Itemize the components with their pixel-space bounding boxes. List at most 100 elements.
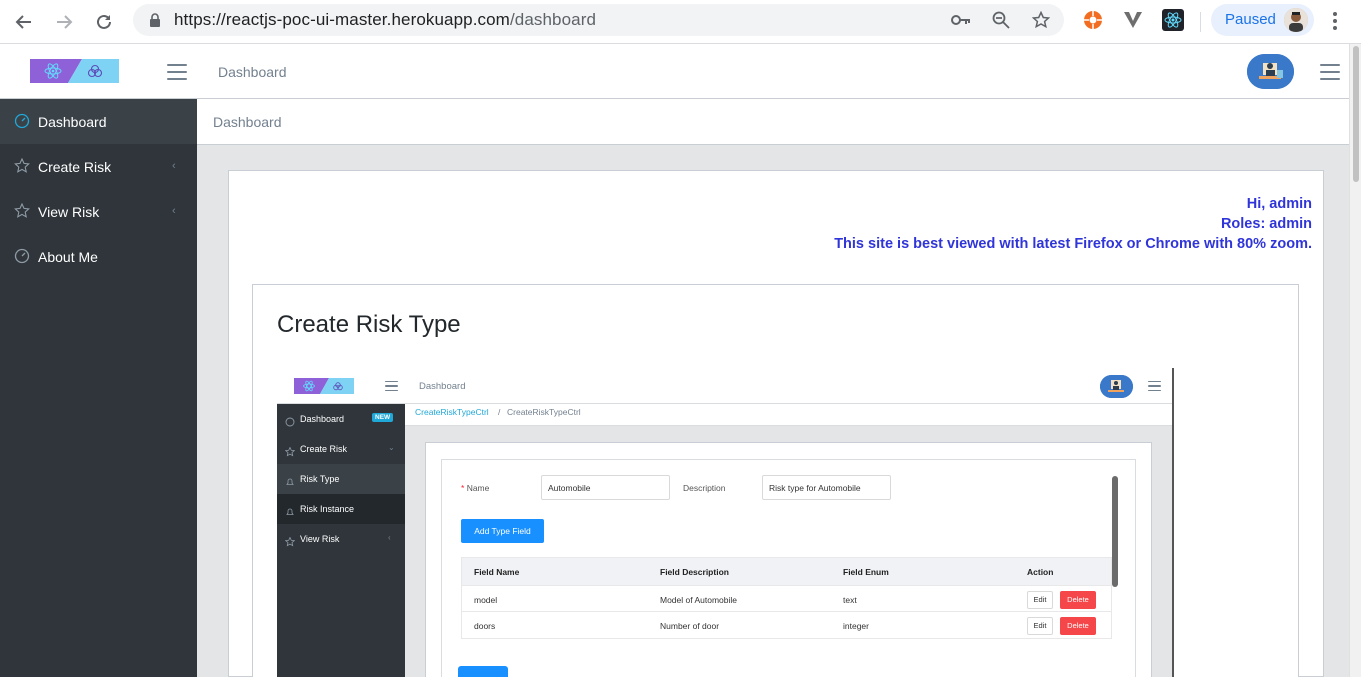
cell-field-description: Model of Automobile <box>660 595 738 605</box>
chevron-left-icon: ‹ <box>172 205 176 217</box>
sidebar-item-label: Dashboard <box>38 114 107 130</box>
user-avatar[interactable] <box>1247 54 1294 89</box>
cell-field-description: Number of door <box>660 621 720 631</box>
greeting-roles: Roles: admin <box>1220 216 1312 232</box>
browser-menu-icon[interactable] <box>1328 10 1342 32</box>
screenshot-aside-icon <box>1148 381 1161 391</box>
app-logo[interactable] <box>30 59 119 83</box>
screenshot-breadcrumb-link: CreateRiskTypeCtrl <box>415 407 489 417</box>
screenshot-name-input: Automobile <box>541 475 670 500</box>
speedometer-icon <box>14 248 30 264</box>
react-devtools-icon[interactable] <box>1162 9 1184 31</box>
screenshot-edit-button: Edit <box>1027 591 1053 609</box>
screenshot-name-label: * Name <box>461 483 490 493</box>
greeting-hi: Hi, admin <box>1246 196 1312 212</box>
greeting-browser-note: This site is best viewed with latest Fir… <box>834 236 1312 252</box>
screenshot-add-type-field-button: Add Type Field <box>461 519 544 543</box>
scrollbar-thumb[interactable] <box>1353 46 1359 182</box>
section-title: Create Risk Type <box>277 311 461 338</box>
aside-menu-toggle-icon[interactable] <box>1320 64 1340 80</box>
chevron-down-icon: ⌄ <box>388 443 395 452</box>
extension-orange-icon[interactable] <box>1082 9 1104 31</box>
screenshot-sidebar-create-risk: Create Risk ⌄ <box>277 434 405 464</box>
screenshot-sidebar-label: Risk Instance <box>300 504 355 514</box>
star-icon <box>14 157 30 174</box>
sidebar-item-label: About Me <box>38 249 98 265</box>
screenshot-hamburger-icon <box>385 381 398 391</box>
profile-status: Paused <box>1225 11 1276 28</box>
table-row: model Model of Automobile text Edit Dele… <box>462 585 1111 612</box>
sidebar-item-about-me[interactable]: About Me <box>0 234 197 279</box>
screenshot-description-input: Risk type for Automobile <box>762 475 891 500</box>
screenshot-sidebar-risk-type: Risk Type <box>277 464 405 494</box>
screenshot-breadcrumb-current: CreateRiskTypeCtrl <box>507 407 581 417</box>
screenshot-sidebar-label: Risk Type <box>300 474 340 484</box>
table-row: doors Number of door integer Edit Delete <box>462 611 1111 638</box>
screenshot-description-label: Description <box>683 483 726 493</box>
new-badge: NEW <box>372 413 394 422</box>
column-header: Field Enum <box>843 567 889 577</box>
back-icon[interactable] <box>10 8 38 36</box>
breadcrumb-current: Dashboard <box>213 114 282 130</box>
screenshot-delete-button: Delete <box>1060 617 1096 635</box>
sidebar-item-label: Create Risk <box>38 159 112 175</box>
chevron-left-icon: ‹ <box>172 160 176 172</box>
sidebar-item-label: View Risk <box>38 204 100 220</box>
breadcrumb: Dashboard <box>197 99 1349 145</box>
screenshot-sidebar-label: Create Risk <box>300 444 348 454</box>
column-header: Field Name <box>474 567 520 577</box>
screenshot-sidebar-dashboard: Dashboard NEW <box>277 404 405 434</box>
chevron-left-icon: ‹ <box>388 533 391 542</box>
sidebar-toggle-icon[interactable] <box>167 64 187 80</box>
screenshot-edit-button: Edit <box>1027 617 1053 635</box>
cell-field-name: model <box>474 595 498 605</box>
sidebar-item-create-risk[interactable]: Create Risk ‹ <box>0 144 197 189</box>
column-header: Action <box>1027 567 1054 577</box>
profile-button[interactable]: Paused <box>1211 4 1314 36</box>
key-icon[interactable] <box>951 10 971 30</box>
screenshot-sidebar-label: View Risk <box>300 534 340 544</box>
bookmark-star-icon[interactable] <box>1031 10 1051 30</box>
browser-toolbar: https://reactjs-poc-ui-master.herokuapp.… <box>0 0 1361 44</box>
screenshot-sidebar-risk-instance: Risk Instance <box>277 494 405 524</box>
sidebar-item-dashboard[interactable]: Dashboard <box>0 99 197 144</box>
profile-avatar <box>1284 8 1308 32</box>
bell-icon <box>285 474 295 485</box>
screenshot-sidebar-label: Dashboard <box>300 414 345 424</box>
create-risk-type-screenshot: Dashboard Dashboard NEW Create Risk ⌄ Ri… <box>277 368 1174 677</box>
forward-icon[interactable] <box>50 8 78 36</box>
column-header: Field Description <box>660 567 729 577</box>
extension-v-icon[interactable] <box>1122 9 1144 31</box>
reload-icon[interactable] <box>90 8 118 36</box>
screenshot-avatar <box>1100 375 1133 398</box>
cell-field-enum: integer <box>843 621 869 631</box>
speedometer-icon <box>14 113 30 129</box>
address-bar[interactable]: https://reactjs-poc-ui-master.herokuapp.… <box>133 4 1064 36</box>
speedometer-icon <box>285 414 295 427</box>
sidebar-item-view-risk[interactable]: View Risk ‹ <box>0 189 197 234</box>
screenshot-fields-table: Field Name Field Description Field Enum … <box>461 557 1112 639</box>
star-icon <box>14 202 30 219</box>
sidebar: Dashboard Create Risk ‹ View Risk ‹ Abou… <box>0 99 197 677</box>
screenshot-breadcrumb-separator: / <box>498 407 501 417</box>
screenshot-table-header: Field Name Field Description Field Enum … <box>462 558 1111 585</box>
screenshot-scrollbar <box>1112 476 1118 587</box>
screenshot-breadcrumb: CreateRiskTypeCtrl / CreateRiskTypeCtrl <box>405 404 1172 426</box>
zoom-icon[interactable] <box>991 10 1011 30</box>
screenshot-sidebar: Dashboard NEW Create Risk ⌄ Risk Type Ri… <box>277 404 405 677</box>
star-icon <box>284 534 296 547</box>
screenshot-header-title: Dashboard <box>419 381 466 392</box>
lock-icon[interactable] <box>145 10 165 30</box>
cell-field-enum: text <box>843 595 857 605</box>
star-icon <box>284 444 296 457</box>
screenshot-app-logo <box>294 378 354 394</box>
bell-icon <box>285 504 295 515</box>
toolbar-divider <box>1200 12 1201 32</box>
header-nav-dashboard[interactable]: Dashboard <box>218 64 287 80</box>
screenshot-sidebar-view-risk: View Risk ‹ <box>277 524 405 554</box>
cell-field-name: doors <box>474 621 496 631</box>
screenshot-submit-button <box>458 666 508 677</box>
page-scrollbar[interactable] <box>1349 44 1361 677</box>
app-header: Dashboard <box>0 44 1349 99</box>
url-text[interactable]: https://reactjs-poc-ui-master.herokuapp.… <box>174 10 596 30</box>
